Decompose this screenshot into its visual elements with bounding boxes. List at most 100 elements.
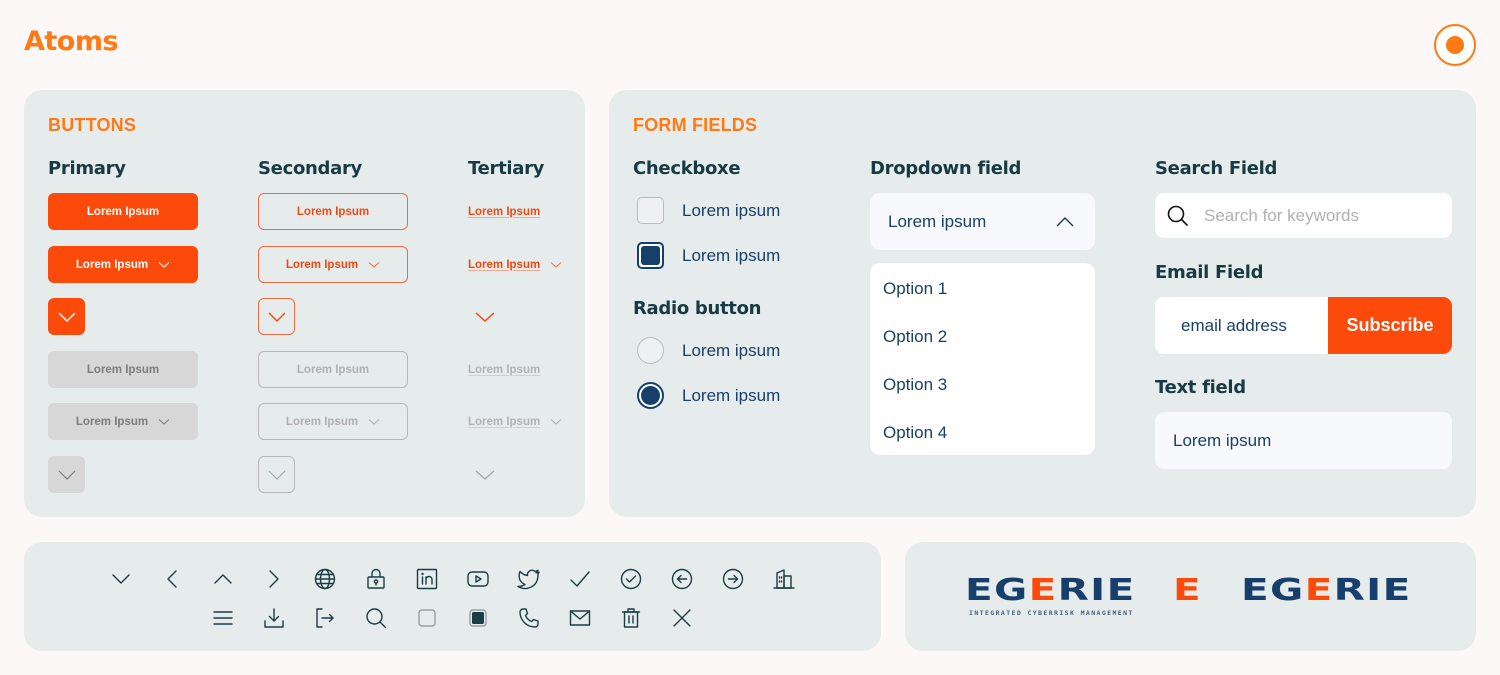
secondary-column-title: Secondary (258, 158, 362, 179)
mail-icon[interactable] (567, 605, 593, 631)
checkbox-unchecked[interactable] (637, 197, 664, 224)
chevron-down-icon (268, 312, 285, 322)
chevron-down-icon (475, 311, 495, 322)
subscribe-button[interactable]: Subscribe (1328, 297, 1452, 354)
button-label: Lorem Ipsum (75, 415, 149, 428)
tertiary-icon-button[interactable] (474, 298, 496, 335)
building-icon[interactable] (771, 566, 797, 592)
trash-icon[interactable] (618, 605, 644, 631)
dropdown-option[interactable]: Option 2 (870, 313, 1095, 361)
menu-icon[interactable] (210, 605, 236, 631)
form-fields-section-title: FORM FIELDS (633, 115, 758, 135)
youtube-icon[interactable] (465, 566, 491, 592)
chevron-down-icon (368, 418, 380, 425)
close-icon[interactable] (669, 605, 695, 631)
secondary-icon-button[interactable] (258, 298, 295, 335)
chevron-left-icon[interactable] (159, 566, 185, 592)
checkbox-empty-icon[interactable] (414, 605, 440, 631)
button-label: Lorem Ipsum (468, 363, 541, 376)
buttons-section-title: BUTTONS (48, 115, 137, 135)
tertiary-button[interactable]: Lorem Ipsum (468, 193, 540, 230)
primary-dropdown-button[interactable]: Lorem Ipsum (48, 246, 198, 283)
button-label: Lorem Ipsum (86, 363, 160, 376)
record-icon (1446, 36, 1464, 54)
search-input[interactable] (1204, 205, 1444, 226)
buttons-card: BUTTONS Primary Secondary Tertiary Lorem… (24, 90, 585, 517)
linkedin-icon[interactable] (414, 566, 440, 592)
secondary-dropdown-button-disabled: Lorem Ipsum (258, 403, 408, 440)
logo-tagline: INTEGRATED CYBERRISK MANAGEMENT (969, 609, 1134, 617)
checkbox-checked[interactable] (637, 242, 664, 269)
search-icon[interactable] (363, 605, 389, 631)
radio-option[interactable]: Lorem ipsum (637, 337, 780, 364)
button-label: Lorem Ipsum (468, 205, 541, 218)
arrow-left-circle-icon[interactable] (669, 566, 695, 592)
chevron-up-icon[interactable] (210, 566, 236, 592)
tertiary-column-title: Tertiary (468, 158, 545, 179)
checkbox-option[interactable]: Lorem ipsum (637, 242, 780, 269)
lock-icon[interactable] (363, 566, 389, 592)
chevron-down-icon (58, 312, 75, 322)
button-label: Lorem Ipsum (296, 205, 370, 218)
chevron-down-icon (268, 470, 285, 480)
radio-unselected[interactable] (637, 337, 664, 364)
radio-label: Lorem ipsum (682, 385, 781, 405)
tertiary-icon-button-disabled (474, 456, 496, 493)
dropdown-option[interactable]: Option 1 (870, 265, 1095, 313)
chevron-down-icon (158, 418, 170, 425)
checkbox-filled-icon[interactable] (465, 605, 491, 631)
phone-icon[interactable] (516, 605, 542, 631)
chevron-down-icon (550, 418, 562, 425)
email-field-title: Email Field (1155, 262, 1264, 283)
dropdown-option[interactable]: Option 4 (870, 409, 1095, 457)
download-icon[interactable] (261, 605, 287, 631)
primary-icon-button-disabled (48, 456, 85, 493)
tertiary-dropdown-button[interactable]: Lorem Ipsum (468, 246, 562, 283)
tertiary-button-disabled: Lorem Ipsum (468, 351, 540, 388)
radio-title: Radio button (633, 298, 762, 319)
search-field-title: Search Field (1155, 158, 1278, 179)
secondary-icon-button-disabled (258, 456, 295, 493)
egerie-monogram-logo: E (1173, 573, 1203, 608)
record-button[interactable] (1434, 24, 1476, 66)
checkbox-label: Lorem ipsum (682, 245, 781, 265)
dropdown-menu: Option 1 Option 2 Option 3 Option 4 (870, 263, 1095, 455)
text-field-title: Text field (1155, 377, 1246, 398)
logout-icon[interactable] (312, 605, 338, 631)
check-icon[interactable] (567, 566, 593, 592)
button-label: Lorem Ipsum (285, 415, 359, 428)
primary-dropdown-button-disabled: Lorem Ipsum (48, 403, 198, 440)
text-field (1155, 412, 1452, 469)
primary-button[interactable]: Lorem Ipsum (48, 193, 198, 230)
button-label: Lorem Ipsum (296, 363, 370, 376)
chevron-down-icon[interactable] (108, 566, 134, 592)
dropdown-value: Lorem ipsum (888, 211, 987, 231)
text-input[interactable] (1173, 430, 1433, 451)
twitter-icon[interactable] (516, 566, 542, 592)
secondary-dropdown-button[interactable]: Lorem Ipsum (258, 246, 408, 283)
radio-option[interactable]: Lorem ipsum (637, 382, 780, 409)
arrow-right-circle-icon[interactable] (720, 566, 746, 592)
globe-icon[interactable] (312, 566, 338, 592)
dropdown-field[interactable]: Lorem ipsum (870, 193, 1095, 250)
check-circle-icon[interactable] (618, 566, 644, 592)
chevron-up-icon (1056, 216, 1074, 226)
email-input[interactable] (1155, 297, 1328, 354)
tertiary-dropdown-button-disabled: Lorem Ipsum (468, 403, 562, 440)
chevron-down-icon (158, 261, 170, 268)
secondary-button-disabled: Lorem Ipsum (258, 351, 408, 388)
radio-label: Lorem ipsum (682, 340, 781, 360)
chevron-down-icon (58, 470, 75, 480)
radio-selected[interactable] (637, 382, 664, 409)
button-label: Lorem Ipsum (468, 258, 541, 271)
chevron-down-icon (368, 261, 380, 268)
chevron-right-icon[interactable] (261, 566, 287, 592)
checkbox-label: Lorem ipsum (682, 200, 781, 220)
checkbox-option[interactable]: Lorem ipsum (637, 197, 780, 224)
chevron-down-icon (475, 470, 495, 480)
secondary-button[interactable]: Lorem Ipsum (258, 193, 408, 230)
dropdown-option[interactable]: Option 3 (870, 361, 1095, 409)
egerie-logo-with-tagline: EGERIE INTEGRATED CYBERRISK MANAGEMENT (965, 573, 1136, 618)
primary-icon-button[interactable] (48, 298, 85, 335)
email-field: Subscribe (1155, 297, 1452, 354)
